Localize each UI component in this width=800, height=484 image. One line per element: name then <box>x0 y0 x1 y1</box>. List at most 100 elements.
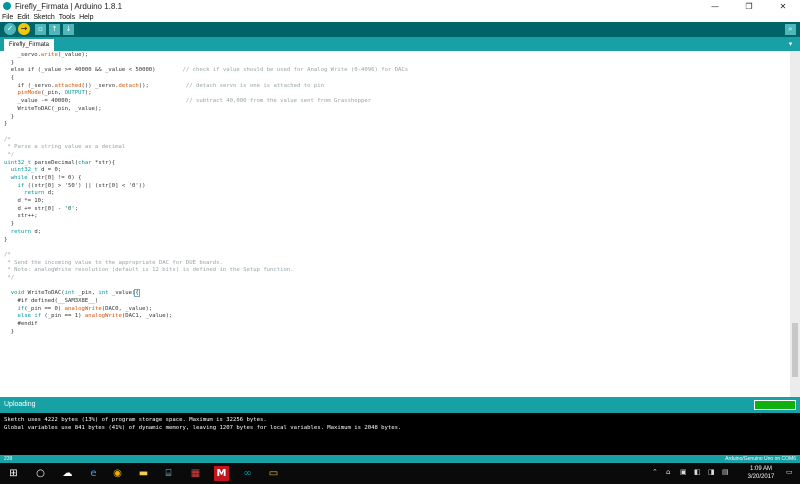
tray-app-2-icon[interactable]: ◧ <box>694 469 701 476</box>
arduino-icon[interactable]: ∞ <box>240 466 255 481</box>
new-sketch-button[interactable]: ▫ <box>35 24 46 35</box>
code-line: /* <box>4 252 784 260</box>
app-icon[interactable]: ▦ <box>188 466 203 481</box>
code-token: return <box>10 228 31 235</box>
code-token: ((str[0] > '50') || (str[0] < '0')) <box>24 182 146 189</box>
code-token: analogWrite <box>64 305 102 312</box>
code-line: * Note: analogWrite resolution (default … <box>4 267 784 275</box>
code-line: if(_pin == 0) analogWrite(DAC0, _value); <box>4 306 784 314</box>
code-line: } <box>4 114 784 122</box>
menu-edit[interactable]: Edit <box>17 14 29 21</box>
code-token: parseDecimal( <box>30 159 79 166</box>
vertical-scrollbar[interactable] <box>790 51 800 397</box>
tab-menu-button[interactable]: ▾ <box>785 39 796 49</box>
code-token: else if <box>17 313 42 320</box>
code-token: * Send the incoming value to the appropr… <box>4 259 223 266</box>
code-token: _value -= 40000; <box>4 98 186 105</box>
code-token: void <box>10 290 25 297</box>
acrobat-icon[interactable]: M <box>214 466 229 481</box>
code-token: /* <box>4 136 11 143</box>
title-bar: Firefly_Firmata | Arduino 1.8.1 — ❐ ✕ <box>0 0 800 12</box>
code-token: // subtract 40,000 from the value sent f… <box>185 98 372 105</box>
window-controls: — ❐ ✕ <box>698 0 800 12</box>
code-line: */ <box>4 275 784 283</box>
tab-firefly-firmata[interactable]: Firefly_Firmata <box>4 39 55 51</box>
code-line: { <box>4 75 784 83</box>
tray-app-3-icon[interactable]: ◨ <box>708 469 715 476</box>
code-token: _value) <box>108 290 136 297</box>
maximize-button[interactable]: ❐ <box>732 0 766 12</box>
code-token: // check if value should be used for Ana… <box>182 67 409 74</box>
code-token: } <box>4 59 15 66</box>
code-token: (); <box>138 82 186 89</box>
onedrive-icon[interactable]: ☁ <box>60 466 75 481</box>
code-line: else if (_value >= 40000 && _value < 500… <box>4 67 784 75</box>
code-token: int <box>64 290 75 297</box>
code-line: #endif <box>4 321 784 329</box>
code-token: * Note: analogWrite resolution (default … <box>4 267 294 274</box>
code-line: } <box>4 60 784 68</box>
code-line: return d; <box>4 190 784 198</box>
verify-button[interactable]: ✓ <box>4 23 16 35</box>
code-lines: _servo.write(_value); } else if (_value … <box>4 52 784 336</box>
code-token: } <box>4 236 8 243</box>
code-line: } <box>4 221 784 229</box>
notifications-icon[interactable]: ▭ <box>786 469 795 478</box>
close-button[interactable]: ✕ <box>766 0 800 12</box>
code-line: else if (_pin == 1) analogWrite(DAC1, _v… <box>4 313 784 321</box>
menu-file[interactable]: File <box>2 14 13 21</box>
start-icon[interactable]: ⊞ <box>6 466 21 481</box>
serial-monitor-button[interactable]: ⌕ <box>785 24 796 35</box>
menu-sketch[interactable]: Sketch <box>33 14 54 21</box>
save-sketch-button[interactable]: ↓ <box>63 24 74 35</box>
code-token: { <box>134 289 140 298</box>
code-token: while <box>10 175 28 181</box>
tray-app-4-icon[interactable]: ▤ <box>722 469 729 476</box>
edge-icon[interactable]: e <box>86 466 101 481</box>
line-number: 239 <box>4 456 13 462</box>
code-token: char <box>78 159 92 166</box>
tray-app-icon[interactable]: ▣ <box>680 469 687 476</box>
chrome-icon[interactable]: ◉ <box>110 466 125 481</box>
minimize-button[interactable]: — <box>698 0 732 12</box>
upload-button[interactable]: → <box>18 23 30 35</box>
open-sketch-button[interactable]: ↑ <box>49 24 60 35</box>
code-line: */ <box>4 152 784 160</box>
code-line: /* <box>4 137 784 145</box>
tray-network-icon[interactable]: ⌂ <box>666 469 670 476</box>
menu-tools[interactable]: Tools <box>59 14 75 21</box>
code-line: pinMode(_pin, OUTPUT); <box>4 90 784 98</box>
code-token: (str[0] != 0) { <box>27 175 82 181</box>
clock[interactable]: 1:09 AM 3/20/2017 <box>740 466 782 481</box>
clock-date: 3/20/2017 <box>747 473 775 480</box>
scrollbar-thumb[interactable] <box>792 323 798 377</box>
code-line: uint32_t parseDecimal(char *str){ <box>4 160 784 168</box>
board-port-label: Arduino/Genuino Uno on COM6 <box>725 456 796 462</box>
status-text: Uploading <box>4 401 36 408</box>
sticky-notes-icon[interactable]: ▬ <box>136 466 151 481</box>
code-token: if (_servo. <box>4 82 55 89</box>
code-token: d *= 10; <box>4 198 45 205</box>
code-token: int <box>98 290 109 297</box>
code-token: WriteToDAC( <box>24 290 65 297</box>
menu-help[interactable]: Help <box>79 14 93 21</box>
code-token: '0' <box>64 205 75 212</box>
code-line: if ((str[0] > '50') || (str[0] < '0')) <box>4 183 784 191</box>
code-token: (_pin == 0) <box>24 305 65 312</box>
tab-bar: Firefly_Firmata ▾ <box>0 37 800 51</box>
code-line: d *= 10; <box>4 198 784 206</box>
code-token: analogWrite <box>84 313 122 320</box>
files-icon[interactable]: ⌸ <box>161 466 176 481</box>
code-token: return <box>24 190 45 197</box>
code-line: while (str[0] != 0) { <box>4 175 784 183</box>
show-hidden-icons-icon[interactable]: ⌃ <box>652 469 658 476</box>
file-explorer-icon[interactable]: ▭ <box>266 466 281 481</box>
search-icon[interactable]: ○ <box>33 466 48 481</box>
code-line: if (_servo.attached()) _servo.detach(); … <box>4 83 784 91</box>
code-token: (_pin, <box>41 90 65 97</box>
code-token: ()) _servo. <box>81 82 119 89</box>
code-token: } <box>4 113 15 120</box>
code-editor[interactable]: _servo.write(_value); } else if (_value … <box>0 51 790 397</box>
